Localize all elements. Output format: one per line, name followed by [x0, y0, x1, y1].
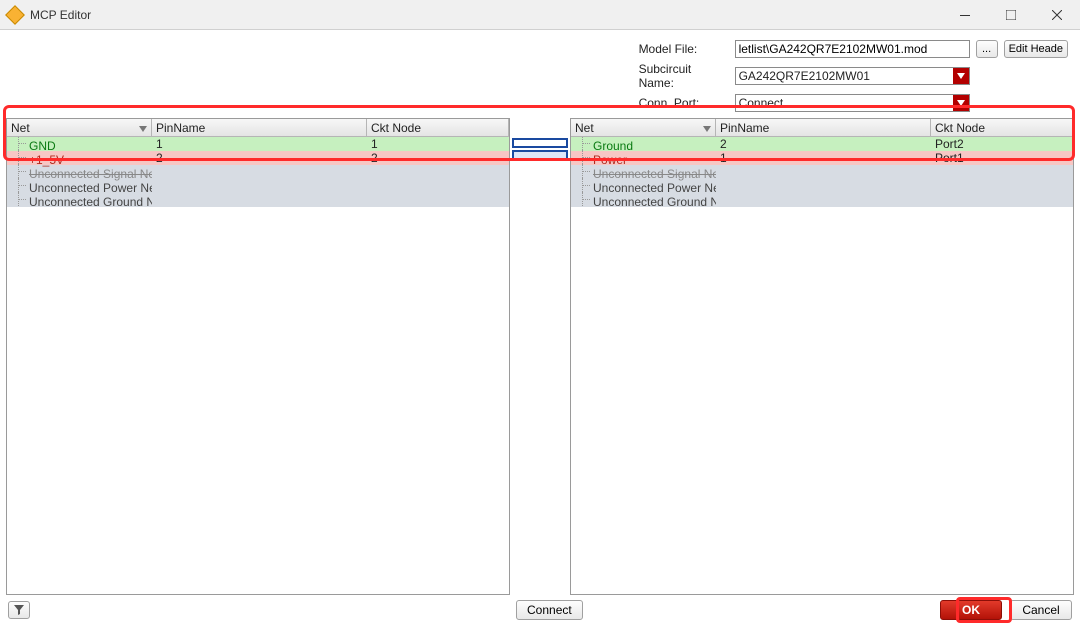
table-row[interactable]: Unconnected Ground N...	[571, 193, 1073, 207]
funnel-icon	[14, 605, 24, 615]
bottom-bar: Connect OK Cancel	[0, 595, 1080, 625]
titlebar: MCP Editor	[0, 0, 1080, 30]
chevron-down-icon	[139, 121, 147, 135]
right-grid-body[interactable]: Ground2Port2Power1Port1Unconnected Signa…	[571, 137, 1073, 594]
window-title: MCP Editor	[30, 8, 91, 22]
conn-port-label: Conn. Port:	[639, 96, 729, 110]
tree-branch-icon	[575, 164, 593, 178]
right-pane: Net PinName Ckt Node Ground2Port2Power1P…	[570, 118, 1074, 595]
ok-button[interactable]: OK	[940, 600, 1002, 620]
conn-port-select[interactable]: Connect	[735, 94, 970, 112]
col-pinname[interactable]: PinName	[716, 119, 931, 136]
link-indicator-selected	[512, 150, 568, 160]
tree-branch-icon	[11, 150, 29, 164]
tree-branch-icon	[575, 178, 593, 192]
left-grid-body[interactable]: GND11+1_5V22Unconnected Signal Net(s)Unc…	[7, 137, 509, 594]
form-area: Model File: ... Edit Heade Subcircuit Na…	[0, 30, 1080, 118]
browse-button[interactable]: ...	[976, 40, 998, 58]
subcircuit-label: Subcircuit Name:	[639, 62, 729, 90]
maximize-button[interactable]	[988, 0, 1034, 30]
cell-cktnode: 1	[367, 137, 509, 151]
cell-pinname: 1	[716, 151, 931, 165]
cancel-button[interactable]: Cancel	[1010, 600, 1072, 620]
cell-cktnode: Port2	[931, 137, 1073, 151]
right-grid-header: Net PinName Ckt Node	[571, 119, 1073, 137]
cell-pinname: 1	[152, 137, 367, 151]
cell-net: Unconnected Ground N...	[7, 192, 152, 209]
model-file-input[interactable]	[735, 40, 970, 58]
tree-branch-icon	[575, 192, 593, 206]
filter-button[interactable]	[8, 601, 30, 619]
link-column	[510, 118, 570, 595]
main-area: Net PinName Ckt Node GND11+1_5V22Unconne…	[0, 118, 1080, 595]
tree-branch-icon	[11, 178, 29, 192]
model-file-label: Model File:	[639, 42, 729, 56]
col-cktnode[interactable]: Ckt Node	[367, 119, 509, 136]
link-indicator	[512, 138, 568, 148]
cell-pinname: 2	[716, 137, 931, 151]
cell-cktnode: Port1	[931, 151, 1073, 165]
subcircuit-value: GA242QR7E2102MW01	[739, 69, 870, 83]
cell-pinname: 2	[152, 151, 367, 165]
table-row[interactable]: Unconnected Ground N...	[7, 193, 509, 207]
col-net[interactable]: Net	[7, 119, 152, 136]
tree-branch-icon	[11, 192, 29, 206]
left-grid-header: Net PinName Ckt Node	[7, 119, 509, 137]
minimize-button[interactable]	[942, 0, 988, 30]
tree-branch-icon	[11, 137, 29, 150]
col-pinname[interactable]: PinName	[152, 119, 367, 136]
chevron-down-icon	[953, 95, 969, 111]
subcircuit-select[interactable]: GA242QR7E2102MW01	[735, 67, 970, 85]
tree-branch-icon	[11, 164, 29, 178]
cell-net: Unconnected Ground N...	[571, 192, 716, 209]
chevron-down-icon	[953, 68, 969, 84]
edit-header-button[interactable]: Edit Heade	[1004, 40, 1068, 58]
left-pane: Net PinName Ckt Node GND11+1_5V22Unconne…	[6, 118, 510, 595]
close-button[interactable]	[1034, 0, 1080, 30]
connect-button[interactable]: Connect	[516, 600, 583, 620]
col-net[interactable]: Net	[571, 119, 716, 136]
tree-branch-icon	[575, 150, 593, 164]
tree-branch-icon	[575, 137, 593, 150]
chevron-down-icon	[703, 121, 711, 135]
col-cktnode[interactable]: Ckt Node	[931, 119, 1073, 136]
mcp-editor-window: MCP Editor Model File: ... Edit Heade Su…	[0, 0, 1080, 625]
app-icon	[5, 5, 25, 25]
conn-port-value: Connect	[739, 96, 784, 110]
cell-cktnode: 2	[367, 151, 509, 165]
